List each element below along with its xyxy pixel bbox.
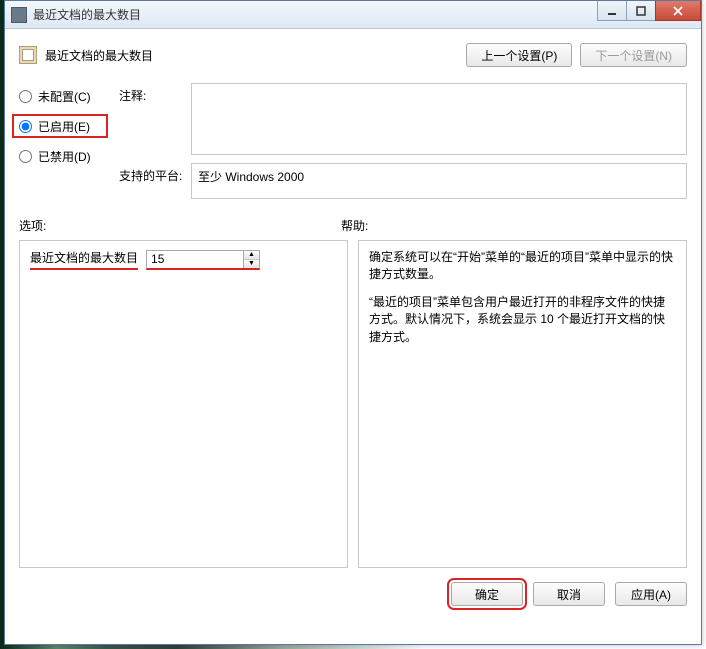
radio-not-configured[interactable]: 未配置(C) — [19, 87, 119, 105]
platform-box: 至少 Windows 2000 — [191, 163, 687, 199]
help-label: 帮助: — [341, 217, 368, 234]
radio-enabled-label: 已启用(E) — [38, 118, 90, 135]
maximize-button[interactable] — [626, 1, 656, 21]
header-row: 最近文档的最大数目 上一个设置(P) 下一个设置(N) — [19, 41, 687, 69]
client-area: 最近文档的最大数目 上一个设置(P) 下一个设置(N) 未配置(C) 已启用(E… — [5, 29, 701, 620]
lower-panes: 最近文档的最大数目 ▲ ▼ 确定系统可以在“开始”菜单的“最近的项目”菜单中显示… — [19, 240, 687, 568]
ok-button[interactable]: 确定 — [451, 582, 523, 606]
radio-disabled[interactable]: 已禁用(D) — [19, 147, 119, 165]
max-docs-row: 最近文档的最大数目 ▲ ▼ — [30, 249, 337, 270]
window-controls — [598, 1, 701, 21]
options-pane: 最近文档的最大数目 ▲ ▼ — [19, 240, 348, 568]
minimize-icon — [607, 6, 617, 16]
max-docs-spinner: ▲ ▼ — [146, 250, 260, 270]
radio-enabled[interactable]: 已启用(E) — [15, 117, 105, 135]
footer-buttons: 确定 取消 应用(A) — [19, 582, 687, 606]
section-labels: 选项: 帮助: — [19, 217, 687, 234]
comment-label: 注释: — [119, 83, 191, 104]
page-title: 最近文档的最大数目 — [45, 47, 153, 64]
options-label: 选项: — [19, 217, 341, 234]
max-docs-label: 最近文档的最大数目 — [30, 249, 138, 270]
platform-text: 至少 Windows 2000 — [198, 170, 304, 184]
nav-buttons: 上一个设置(P) 下一个设置(N) — [466, 43, 687, 67]
policy-icon — [19, 46, 37, 64]
cancel-button[interactable]: 取消 — [533, 582, 605, 606]
minimize-button[interactable] — [597, 1, 627, 21]
radio-disabled-input[interactable] — [19, 150, 32, 163]
window-title: 最近文档的最大数目 — [33, 6, 141, 23]
prev-setting-button[interactable]: 上一个设置(P) — [466, 43, 572, 67]
dialog-window: 最近文档的最大数目 最近文档的最大数目 上一个设置(P) 下一个设置(N) — [4, 0, 702, 645]
app-icon — [11, 7, 27, 23]
state-radio-group: 未配置(C) 已启用(E) 已禁用(D) — [19, 83, 119, 177]
form-area: 未配置(C) 已启用(E) 已禁用(D) 注释: 支持的平台: 至少 Windo… — [19, 83, 687, 199]
next-setting-button[interactable]: 下一个设置(N) — [580, 43, 687, 67]
help-paragraph-1: 确定系统可以在“开始”菜单的“最近的项目”菜单中显示的快捷方式数量。 — [369, 249, 676, 284]
max-docs-input[interactable] — [147, 251, 243, 268]
spinner-buttons: ▲ ▼ — [243, 251, 259, 268]
radio-not-configured-input[interactable] — [19, 90, 32, 103]
spinner-down-button[interactable]: ▼ — [244, 260, 259, 268]
radio-disabled-label: 已禁用(D) — [38, 148, 91, 165]
maximize-icon — [636, 6, 646, 16]
platform-label: 支持的平台: — [119, 155, 191, 184]
close-icon — [672, 6, 684, 16]
radio-not-configured-label: 未配置(C) — [38, 88, 91, 105]
help-pane: 确定系统可以在“开始”菜单的“最近的项目”菜单中显示的快捷方式数量。 “最近的项… — [358, 240, 687, 568]
comment-textarea[interactable] — [191, 83, 687, 155]
help-paragraph-2: “最近的项目”菜单包含用户最近打开的非程序文件的快捷方式。默认情况下，系统会显示… — [369, 294, 676, 346]
spinner-up-button[interactable]: ▲ — [244, 251, 259, 260]
titlebar[interactable]: 最近文档的最大数目 — [5, 1, 701, 29]
apply-button[interactable]: 应用(A) — [615, 582, 687, 606]
radio-enabled-input[interactable] — [19, 120, 32, 133]
close-button[interactable] — [655, 1, 701, 21]
